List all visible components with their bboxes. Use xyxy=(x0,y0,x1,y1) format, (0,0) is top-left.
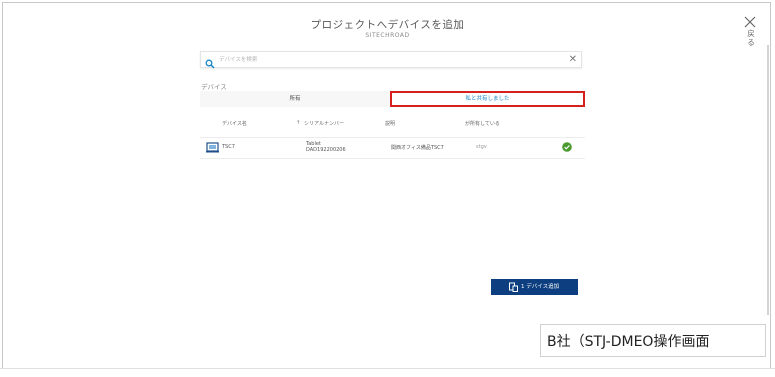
clear-icon[interactable]: ✕ xyxy=(569,53,577,66)
table-header: デバイス名 ↑ シリアルナンバー 説明 が所有している xyxy=(200,118,585,130)
search-box: ✕ xyxy=(200,51,582,69)
add-device-label: 1 デバイス追加 xyxy=(521,284,560,290)
device-add-icon xyxy=(509,282,518,292)
section-label: デバイス xyxy=(201,83,227,91)
column-header-description[interactable]: 説明 xyxy=(385,120,395,127)
search-icon xyxy=(205,54,215,69)
column-header-device-name[interactable]: デバイス名 xyxy=(222,120,247,127)
caption-box: B社（STJ-DMEO操作画面 xyxy=(540,324,766,357)
caption-text: B社（STJ-DMEO操作画面 xyxy=(547,334,710,350)
sort-asc-icon[interactable]: ↑ xyxy=(296,120,300,126)
project-name: SITECHROAD xyxy=(365,32,410,39)
page-title: プロジェクトへデバイスを追加 xyxy=(310,19,465,31)
device-name: TSC7 xyxy=(222,144,235,150)
back-button[interactable]: 戻る xyxy=(746,29,756,47)
column-header-owner[interactable]: が所有している xyxy=(465,120,500,127)
add-device-button[interactable]: 1 デバイス追加 xyxy=(491,279,578,295)
close-icon[interactable] xyxy=(743,16,757,30)
search-input[interactable] xyxy=(219,53,559,66)
tab-owned[interactable]: 所有 xyxy=(200,91,390,107)
device-description: 関西オフィス備品TSC7 xyxy=(391,145,444,151)
check-icon[interactable] xyxy=(562,142,572,152)
table-row[interactable]: TSC7 Tablet DAD192200206 関西オフィス備品TSC7 st… xyxy=(200,137,585,159)
device-owner: stgv xyxy=(476,144,487,150)
column-header-serial[interactable]: シリアルナンバー xyxy=(304,120,344,127)
device-icon xyxy=(206,142,219,153)
tab-bar: 所有 私と共有しました xyxy=(200,91,585,107)
scrollbar[interactable] xyxy=(767,45,769,315)
tab-shared-with-me[interactable]: 私と共有しました xyxy=(390,91,585,107)
serial-number: DAD192200206 xyxy=(306,147,346,153)
